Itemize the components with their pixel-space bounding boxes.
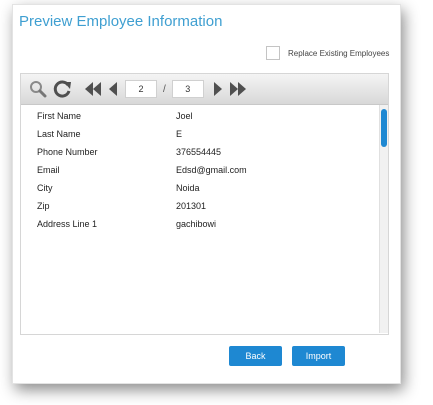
field-label: City (37, 183, 53, 193)
import-button[interactable]: Import (292, 346, 345, 366)
record-panel: 2 / 3 First Name Joel Last Name E Phone … (20, 73, 389, 335)
field-value: Joel (176, 111, 193, 121)
first-page-icon[interactable] (83, 81, 103, 97)
field-row: Email Edsd@gmail.com (21, 161, 377, 179)
page-separator: / (163, 83, 166, 95)
record-fields: First Name Joel Last Name E Phone Number… (21, 105, 377, 334)
refresh-icon[interactable] (53, 79, 73, 99)
field-value: E (176, 129, 183, 139)
scrollbar-thumb[interactable] (381, 109, 387, 147)
prev-page-icon[interactable] (107, 81, 119, 97)
field-row: Phone Number 376554445 (21, 143, 377, 161)
field-row: First Name Joel (21, 107, 377, 125)
preview-employee-dialog: Preview Employee Information Replace Exi… (12, 4, 401, 384)
field-label: First Name (37, 111, 82, 121)
field-label: Email (37, 165, 60, 175)
field-value: 376554445 (176, 147, 222, 157)
replace-existing-label: Replace Existing Employees (288, 48, 390, 58)
field-label: Phone Number (37, 147, 98, 157)
next-page-icon[interactable] (212, 81, 224, 97)
field-value: gachibowi (176, 219, 217, 229)
current-page-input[interactable]: 2 (125, 80, 157, 98)
last-page-icon[interactable] (228, 81, 248, 97)
pager-toolbar: 2 / 3 (21, 74, 388, 105)
field-label: Last Name (37, 129, 81, 139)
dialog-title: Preview Employee Information (19, 13, 223, 30)
field-row: City Noida (21, 179, 377, 197)
field-value: Noida (176, 183, 200, 193)
field-row: Zip 201301 (21, 197, 377, 215)
field-row: Last Name E (21, 125, 377, 143)
field-row: Address Line 1 gachibowi (21, 215, 377, 233)
search-icon[interactable] (29, 80, 47, 98)
field-value: Edsd@gmail.com (176, 165, 247, 175)
field-label: Zip (37, 201, 50, 211)
back-button[interactable]: Back (229, 346, 282, 366)
total-pages: 3 (171, 80, 204, 98)
field-value: 201301 (176, 201, 207, 211)
field-label: Address Line 1 (37, 219, 98, 229)
replace-existing-checkbox[interactable] (266, 46, 280, 60)
replace-existing-row: Replace Existing Employees (266, 46, 389, 60)
vertical-scrollbar[interactable] (379, 105, 388, 333)
